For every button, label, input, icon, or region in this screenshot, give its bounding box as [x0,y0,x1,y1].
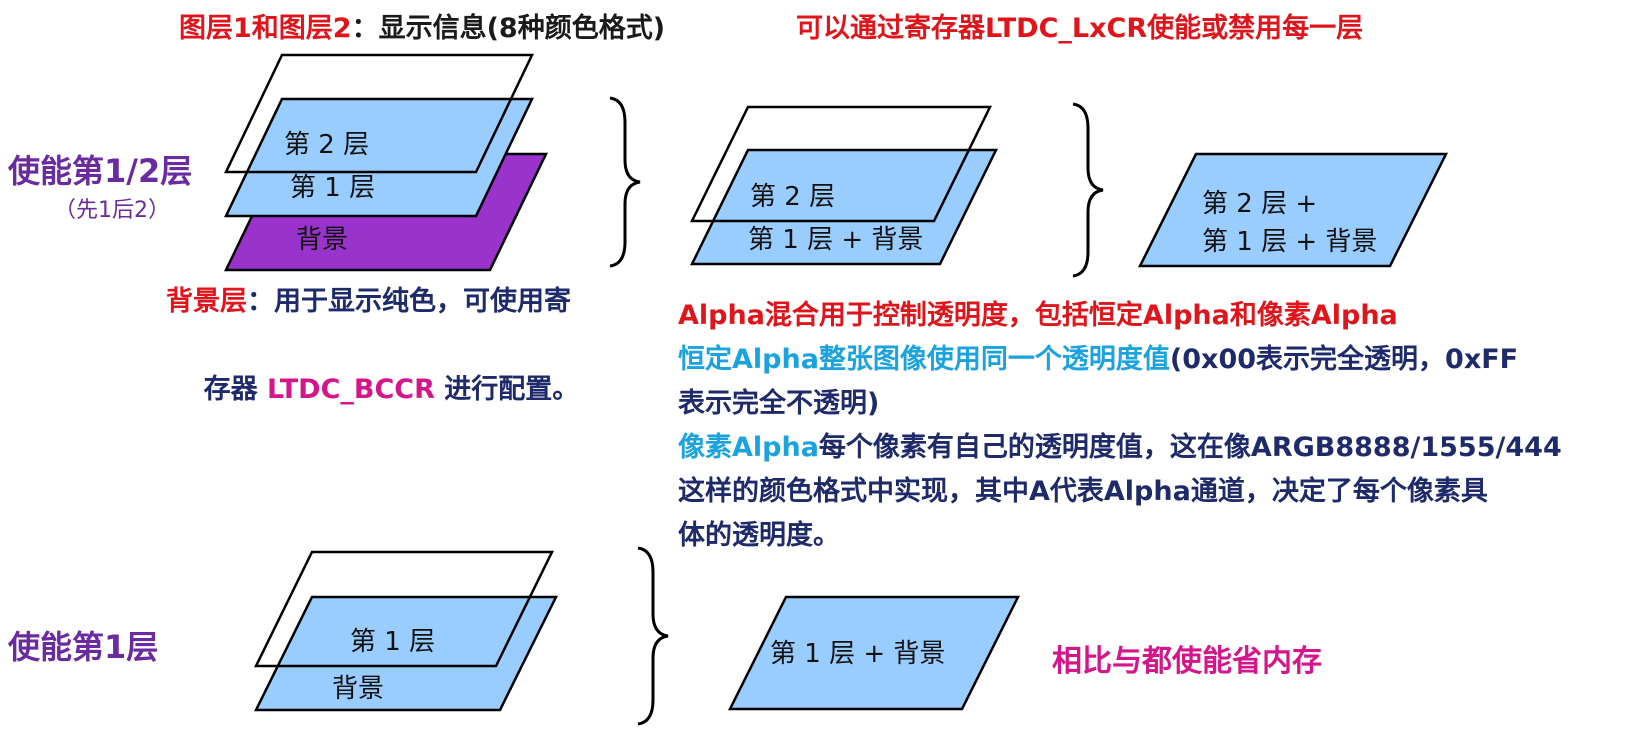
brace-3 [637,546,669,726]
alpha-line1: Alpha混合用于控制透明度，包括恒定Alpha和像素Alpha [678,300,1398,331]
final-line1-label: 第 2 层 + [1202,189,1317,219]
alpha-constant-text-b: 表示完全不透明) [678,388,880,419]
alpha-constant-text-a: (0x00表示完全透明，0xFF [1169,344,1519,375]
brace-1 [609,96,641,268]
alpha-notes: Alpha混合用于控制透明度，包括恒定Alpha和像素Alpha 恒定Alpha… [678,294,1633,558]
layers-description: ：显示信息(8种颜色格式) [351,13,666,44]
alpha-constant-line: 恒定Alpha整张图像使用同一个透明度值(0x00表示完全透明，0xFF [678,338,1633,382]
alpha-pixel-text-a: 每个像素有自己的透明度值，这在像ARGB8888/1555/444 [818,432,1562,463]
step1-combined-label: 第 1 层 + 背景 [748,225,923,255]
alpha-pixel-text-b: 这样的颜色格式中实现，其中A代表Alpha通道，决定了每个像素具 [678,476,1488,507]
header-line: 图层1和图层2：显示信息(8种颜色格式) [179,6,665,45]
background-text-a: ：用于显示纯色，可使用寄 [247,286,571,317]
stack-layer2-label: 第 2 层 [284,130,369,160]
alpha-constant-label: 恒定Alpha整张图像使用同一个透明度值 [678,344,1170,375]
alpha-pixel-line: 像素Alpha每个像素有自己的透明度值，这在像ARGB8888/1555/444 [678,426,1633,470]
background-label: 背景层 [166,286,247,317]
stack-layer1-label: 第 1 层 [290,173,375,203]
final-line2-label: 第 1 层 + 背景 [1202,227,1377,257]
enable-both-title: 使能第1/2层 [8,152,193,190]
background-text-b: 存器 [203,374,268,405]
alpha-pixel-text-c: 体的透明度。 [678,520,840,551]
brace-2 [1072,102,1104,278]
step1-layer2-label: 第 2 层 [750,182,835,212]
background-text-c: 进行配置。 [434,374,580,405]
background-note-line2: 存器 LTDC_BCCR 进行配置。 [166,324,666,456]
stack-background-label: 背景 [296,225,348,255]
background-note: 背景层：用于显示纯色，可使用寄 存器 LTDC_BCCR 进行配置。 [166,280,666,456]
background-register: LTDC_BCCR [267,374,435,405]
enable-one-title: 使能第1层 [8,628,159,666]
background-note-line1: 背景层：用于显示纯色，可使用寄 [166,280,666,324]
register-note: 可以通过寄存器LTDC_LxCR使能或禁用每一层 [796,13,1364,44]
one-background-label: 背景 [332,674,384,704]
one-result-label: 第 1 层 + 背景 [770,639,945,669]
alpha-pixel-label: 像素Alpha [678,432,819,463]
layers-label: 图层1和图层2 [179,13,352,44]
one-layer1-label: 第 1 层 [350,627,435,657]
enable-both-subtitle: （先1后2） [54,198,170,223]
memory-note: 相比与都使能省内存 [1052,644,1322,679]
